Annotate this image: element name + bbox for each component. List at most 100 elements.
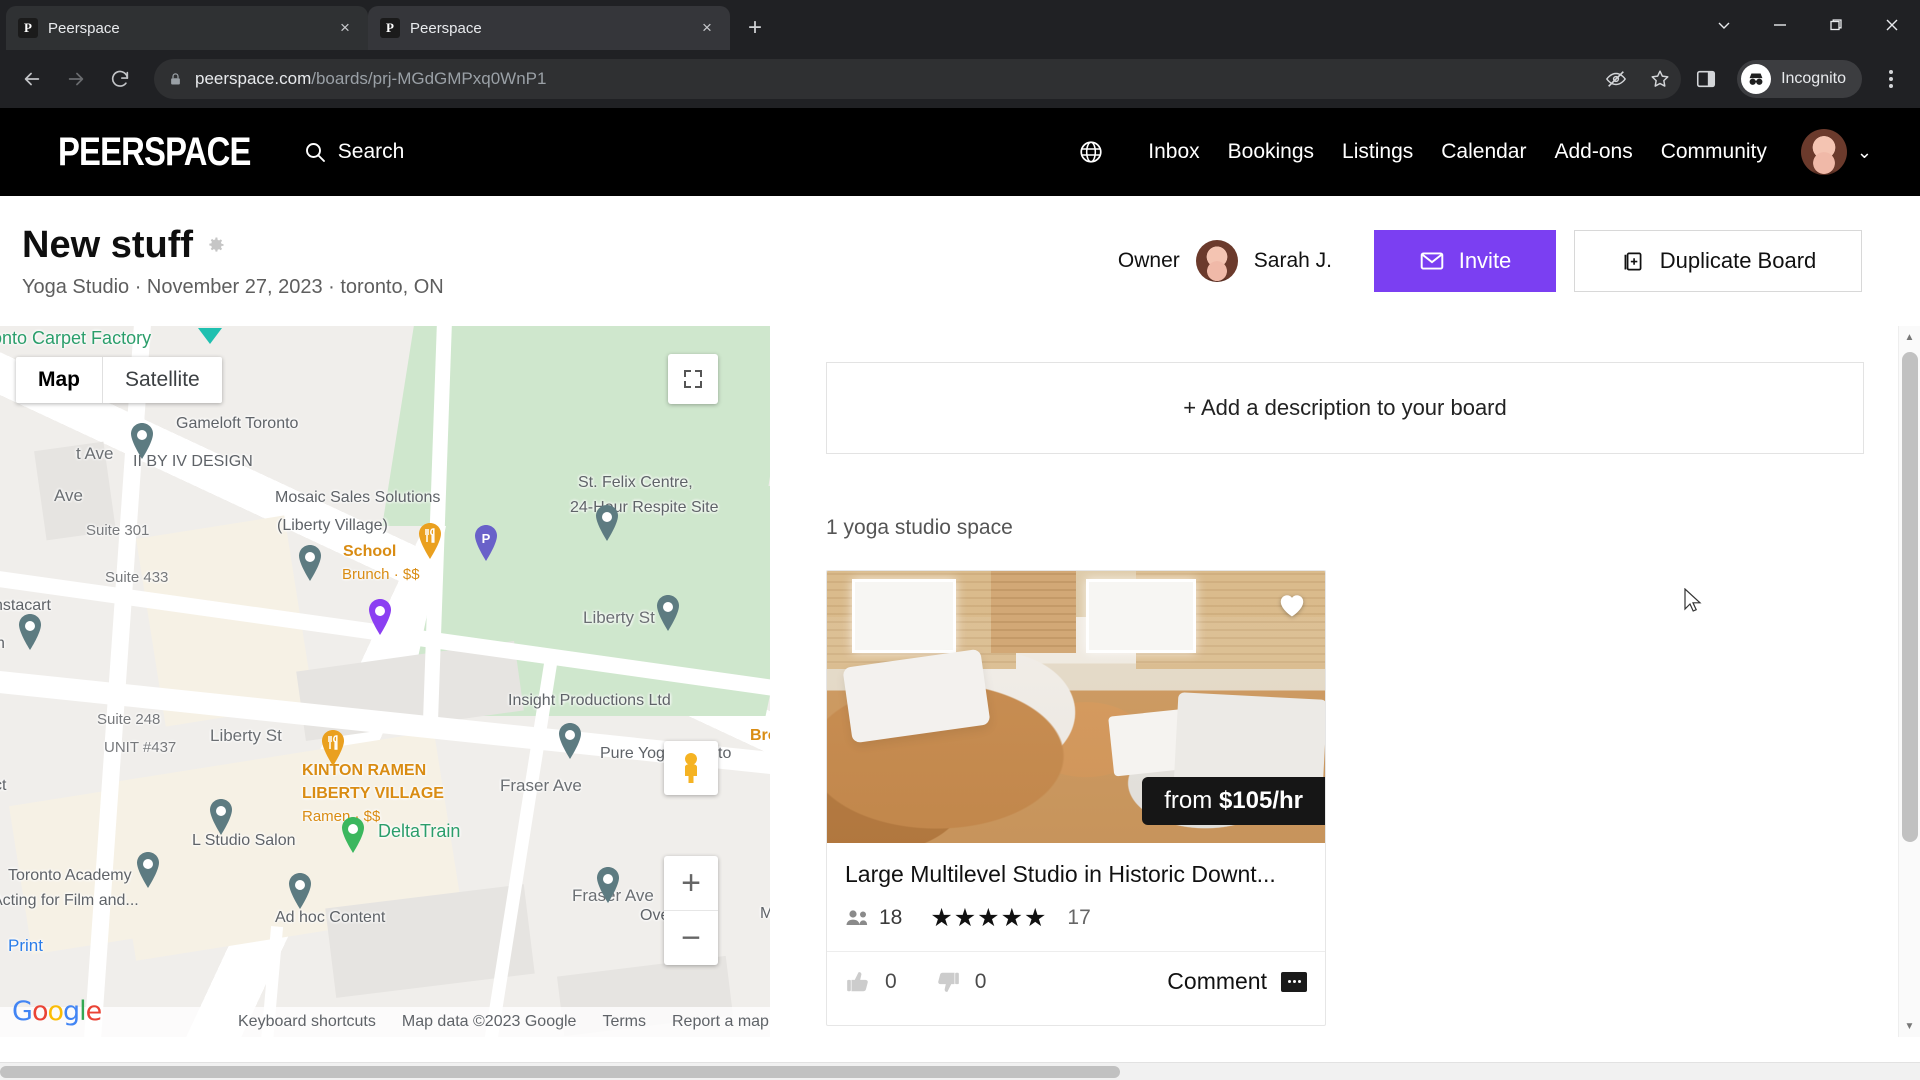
map-pin-parking[interactable]: P — [472, 524, 500, 562]
map-pin-dot[interactable] — [654, 594, 682, 632]
comment-button[interactable]: Comment — [1167, 968, 1307, 995]
close-window-icon[interactable] — [1864, 0, 1920, 50]
page-horizontal-scrollbar[interactable] — [0, 1062, 1920, 1080]
map-label: UNIT #437 — [104, 739, 177, 756]
map-pin-dot[interactable] — [207, 798, 235, 836]
peerspace-logo[interactable]: PEERSPACE — [58, 130, 251, 175]
map-pin-food[interactable] — [319, 729, 347, 767]
dislike-button[interactable]: 0 — [935, 969, 986, 995]
nav-item-addons[interactable]: Add-ons — [1554, 140, 1632, 164]
add-description-button[interactable]: + Add a description to your board — [826, 362, 1864, 454]
avatar — [1800, 129, 1847, 175]
map-type-satellite-button[interactable]: Satellite — [103, 357, 222, 403]
google-logo-letter: G — [12, 996, 33, 1027]
nav-item-inbox[interactable]: Inbox — [1148, 140, 1199, 164]
no-tracking-eye-icon[interactable] — [1605, 68, 1627, 90]
map-type-map-button[interactable]: Map — [16, 357, 102, 403]
nav-item-bookings[interactable]: Bookings — [1228, 140, 1314, 164]
map-pin-dot[interactable] — [556, 722, 584, 760]
map-pin-dot[interactable] — [16, 613, 44, 651]
map-label: Bro — [750, 727, 770, 744]
map-report-error-link[interactable]: Report a map error — [672, 1013, 770, 1031]
forward-icon[interactable] — [56, 59, 96, 99]
map-pin-dot[interactable] — [296, 544, 324, 582]
map-pin-dot[interactable] — [594, 866, 622, 904]
map-label: School — [343, 543, 397, 560]
map-data-credit: Map data ©2023 Google — [401, 1013, 577, 1030]
header-search-button[interactable]: Search — [303, 140, 405, 164]
reload-icon[interactable] — [100, 59, 140, 99]
map-pin-food[interactable] — [416, 522, 444, 560]
map-terms-link[interactable]: Terms — [602, 1013, 646, 1031]
globe-icon[interactable] — [1078, 139, 1104, 165]
map-pin-dot[interactable] — [593, 504, 621, 542]
map-pin-dot[interactable] — [286, 872, 314, 910]
nav-item-listings[interactable]: Listings — [1342, 140, 1413, 164]
browser-menu-icon[interactable] — [1874, 59, 1908, 99]
space-photo[interactable]: from $105/hr — [827, 571, 1325, 843]
review-count: 17 — [1067, 906, 1091, 929]
tab-search-chevron-icon[interactable] — [1696, 0, 1752, 50]
browser-toolbar: peerspace.com/boards/prj-MGdGMPxq0WnP1 I… — [0, 50, 1920, 108]
hscrollbar-thumb[interactable] — [0, 1066, 1120, 1078]
new-tab-button[interactable]: + — [738, 11, 772, 45]
scroll-up-arrow-icon[interactable]: ▲ — [1899, 326, 1920, 348]
price-badge: from $105/hr — [1142, 777, 1325, 825]
nav-item-calendar[interactable]: Calendar — [1441, 140, 1526, 164]
map-label: ct — [0, 777, 7, 794]
map-pin-dot[interactable] — [339, 816, 367, 854]
address-bar[interactable]: peerspace.com/boards/prj-MGdGMPxq0WnP1 — [154, 59, 1682, 99]
tab-strip: P Peerspace × P Peerspace × + — [0, 0, 1920, 50]
browser-tab-1[interactable]: P Peerspace × — [6, 6, 368, 50]
account-menu[interactable]: ⌄ — [1800, 129, 1872, 175]
back-icon[interactable] — [12, 59, 52, 99]
board-header: New stuff Yoga Studio · November 27, 202… — [0, 196, 1920, 326]
zoom-in-button[interactable]: + — [664, 856, 718, 910]
nav-item-community[interactable]: Community — [1661, 140, 1767, 164]
scrollbar-thumb[interactable] — [1902, 352, 1918, 842]
tab-title: Peerspace — [410, 19, 482, 37]
duplicate-board-button[interactable]: Duplicate Board — [1574, 230, 1862, 292]
zoom-out-button[interactable]: − — [664, 911, 718, 965]
maximize-icon[interactable] — [1808, 0, 1864, 50]
main-content: onto Carpet Factory Gameloft Toronto II BY… — [0, 326, 1920, 1037]
gear-icon[interactable] — [206, 235, 226, 255]
side-panel-icon[interactable] — [1695, 68, 1717, 90]
invite-button[interactable]: Invite — [1374, 230, 1556, 292]
like-button[interactable]: 0 — [845, 969, 897, 995]
page-vertical-scrollbar[interactable]: ▲ ▼ — [1898, 326, 1920, 1037]
map-label: onto Carpet Factory — [0, 328, 152, 348]
incognito-profile-button[interactable]: Incognito — [1737, 60, 1862, 98]
map-pin-dot[interactable] — [134, 851, 162, 889]
map-pin-dot[interactable] — [128, 422, 156, 460]
map-label: Print — [8, 936, 43, 955]
tab-close-icon[interactable]: × — [696, 17, 718, 39]
photo-detail — [991, 571, 1076, 653]
map-label: Mosaic Sales Solutions — [275, 489, 441, 506]
map-keyboard-shortcuts-link[interactable]: Keyboard shortcuts — [238, 1013, 376, 1031]
map-label: Ave — [54, 486, 83, 505]
browser-tab-2[interactable]: P Peerspace × — [368, 6, 730, 50]
map-label: Fraser Ave — [500, 776, 582, 795]
header-search-label: Search — [337, 140, 405, 163]
map-panel[interactable]: onto Carpet Factory Gameloft Toronto II BY… — [0, 326, 770, 1037]
map-fullscreen-button[interactable] — [668, 354, 718, 404]
map-label: Insight Productions Ltd — [508, 692, 671, 709]
bookmark-star-icon[interactable] — [1649, 68, 1671, 90]
tab-favicon: P — [18, 18, 38, 38]
board-owner: Owner Sarah J. — [1118, 240, 1332, 282]
tab-favicon: P — [380, 18, 400, 38]
map-label: Brunch · $$ — [342, 566, 420, 583]
thumbs-up-icon — [847, 971, 868, 991]
map-label: Acting for Film and... — [0, 892, 139, 909]
space-card[interactable]: from $105/hr Large Multilevel Studio in … — [826, 570, 1326, 1026]
scroll-down-arrow-icon[interactable]: ▼ — [1899, 1015, 1920, 1037]
price-prefix: from — [1164, 787, 1213, 814]
minimize-icon[interactable] — [1752, 0, 1808, 50]
map-pin-dot[interactable] — [366, 598, 394, 636]
pegman-button[interactable] — [664, 741, 718, 795]
tab-title: Peerspace — [48, 19, 120, 37]
favorite-heart-icon[interactable] — [1275, 587, 1309, 621]
tab-close-icon[interactable]: × — [334, 17, 356, 39]
space-title[interactable]: Large Multilevel Studio in Historic Down… — [845, 861, 1307, 888]
